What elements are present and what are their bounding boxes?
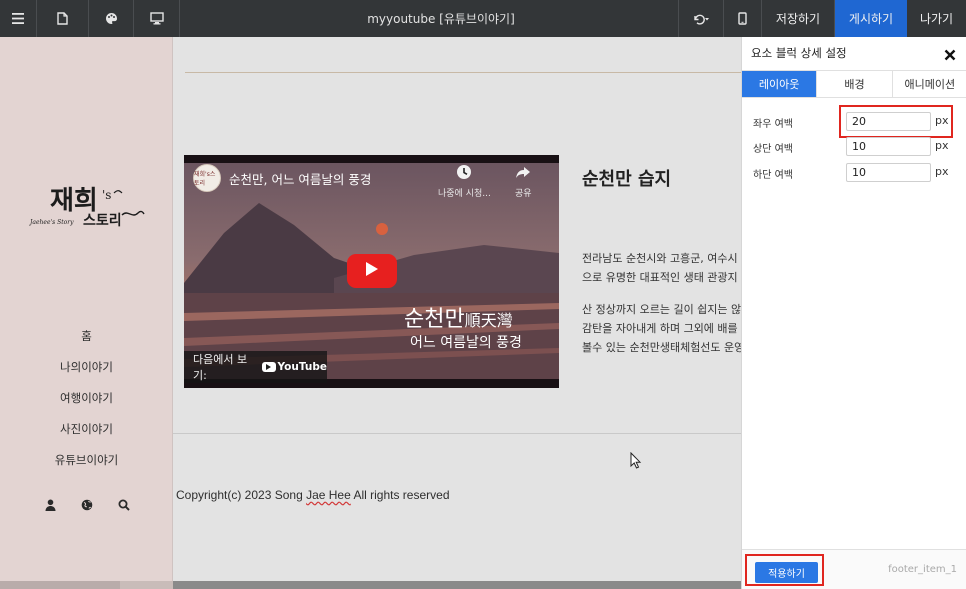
user-icon[interactable] [42,497,58,513]
menu-icon [12,13,24,24]
tab-background[interactable]: 배경 [817,71,893,97]
article-line: 으로 유명한 대표적인 생태 관광지 [582,271,738,284]
field-unit: px [935,139,949,152]
thumbnail-caption-main: 순천만順天灣 [404,307,513,332]
svg-text:스토리: 스토리 [83,213,122,229]
article-line: 전라남도 순천시와 고흥군, 여수시 [582,252,738,265]
top-margin-input[interactable] [846,137,931,156]
mobile-icon [738,12,747,25]
field-horizontal-margin: 좌우 여백 px [742,112,966,132]
close-icon[interactable] [944,46,956,65]
save-button[interactable]: 저장하기 [762,0,835,37]
highlight-apply: 적용하기 [745,554,824,586]
watch-on-youtube-button[interactable]: 다음에서 보기: YouTube [184,351,327,383]
field-label: 좌우 여백 [753,119,793,130]
panel-title: 요소 블럭 상세 설정 [751,46,847,60]
bottom-margin-input[interactable] [846,163,931,182]
footer-divider [173,433,741,434]
nav-item-photo-story[interactable]: 사진이야기 [0,418,173,449]
site-nav: 홈 나의이야기 여행이야기 사진이야기 유튜브이야기 [0,325,173,480]
nav-item-home[interactable]: 홈 [0,325,173,356]
site-sidebar: 재희 's 스토리 Jaehee's Story 홈 나의이야기 여행이야기 사… [0,37,173,589]
tab-animation[interactable]: 애니메이션 [893,71,966,97]
sidebar-scrollbar[interactable] [0,581,173,589]
panel-header: 요소 블럭 상세 설정 [742,37,966,69]
youtube-wordmark: YouTube [277,361,327,373]
mobile-view-button[interactable] [724,0,762,37]
share-label: 공유 [515,189,532,199]
article-title: 순천만 습지 [582,169,672,190]
nav-item-my-story[interactable]: 나의이야기 [0,356,173,387]
site-logo[interactable]: 재희 's 스토리 Jaehee's Story [28,177,146,237]
monitor-icon [149,12,164,25]
youtube-play-icon [261,362,276,372]
exit-button[interactable]: 나가기 [907,0,966,37]
field-unit: px [935,114,949,127]
page-button[interactable] [37,0,89,37]
palette-icon [105,12,118,25]
nav-item-youtube-story[interactable]: 유튜브이야기 [0,449,173,480]
horizontal-margin-input[interactable] [846,112,931,131]
article-line: 감탄을 자아내게 하며 그외에 배를 [582,322,738,335]
youtube-embed[interactable]: 재희's스토리 순천만, 어느 여름날의 풍경 나중에 시청... 공유 순천만 [184,155,559,388]
watch-on-label: 다음에서 보기: [193,353,248,382]
share-icon [515,164,531,186]
exit-label: 나가기 [919,12,954,26]
panel-tabs: 레이아웃 배경 애니메이션 [742,70,966,98]
apply-button[interactable]: 적용하기 [755,562,818,583]
article-paragraph-2: 산 정상까지 오르는 길이 쉽지는 않 감탄을 자아내게 하며 그외에 배를 볼… [582,300,741,357]
editor-app: myyoutube [유튜브이야기] 저장하기 게시하기 나가기 재희 's 스… [0,0,966,589]
field-label: 상단 여백 [753,144,793,155]
svg-text:Jaehee's Story: Jaehee's Story [28,219,74,226]
undo-icon [692,13,710,25]
page-icon [57,12,68,25]
nav-item-travel-story[interactable]: 여행이야기 [0,387,173,418]
video-title[interactable]: 순천만, 어느 여름날의 풍경 [229,169,371,188]
search-icon[interactable] [116,497,132,513]
watch-later-label: 나중에 시청... [438,189,491,199]
thumbnail-caption-sub: 어느 여름날의 풍경 [410,335,522,351]
article-line: 볼수 있는 순천만생태체험선도 운영 [582,341,741,354]
play-icon [365,261,379,281]
field-label: 하단 여백 [753,170,793,181]
article-paragraph-1: 전라남도 순천시와 고흥군, 여수시 으로 유명한 대표적인 생태 관광지 [582,249,741,287]
menu-button[interactable] [0,0,37,37]
footer-copyright[interactable]: Copyright(c) 2023 Song Jae Hee All right… [176,488,450,502]
field-unit: px [935,165,949,178]
section-divider [185,72,741,73]
article-line: 산 정상까지 오르는 길이 쉽지는 않 [582,303,741,316]
panel-footer: 적용하기 footer_item_1 [742,549,966,589]
preview-button[interactable] [134,0,180,37]
undo-button[interactable] [678,0,724,37]
top-toolbar: myyoutube [유튜브이야기] 저장하기 게시하기 나가기 [0,0,966,37]
publish-label: 게시하기 [848,12,894,26]
watch-later-control[interactable]: 나중에 시청... [438,164,491,199]
clock-icon [456,164,472,186]
sidebar-icon-row [42,497,132,513]
play-button[interactable] [347,254,397,288]
selected-item-id: footer_item_1 [888,564,957,575]
mouse-cursor-icon [630,451,642,473]
tab-layout[interactable]: 레이아웃 [742,71,818,97]
site-title: myyoutube [유튜브이야기] [367,12,515,26]
block-settings-panel: 요소 블럭 상세 설정 레이아웃 배경 애니메이션 좌우 여백 px 상단 여백… [741,37,966,589]
svg-text:'s: 's [102,188,111,202]
page-canvas: 재희's스토리 순천만, 어느 여름날의 풍경 나중에 시청... 공유 순천만 [173,37,741,589]
youtube-logo: YouTube [261,361,327,373]
canvas-scrollbar[interactable] [173,581,741,589]
field-bottom-margin: 하단 여백 px [742,163,966,183]
globe-icon[interactable] [79,497,95,513]
channel-avatar[interactable]: 재희's스토리 [193,164,221,192]
theme-button[interactable] [89,0,134,37]
save-label: 저장하기 [775,12,821,26]
svg-text:재희: 재희 [50,186,98,216]
publish-button[interactable]: 게시하기 [835,0,907,37]
field-top-margin: 상단 여백 px [742,137,966,157]
share-control[interactable]: 공유 [515,164,532,199]
